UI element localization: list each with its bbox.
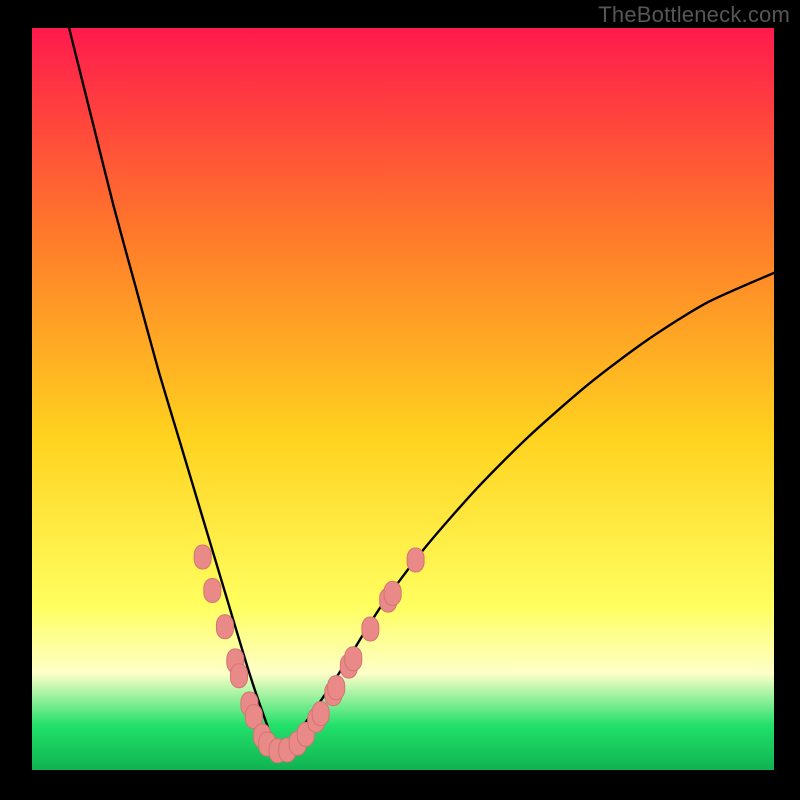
curve-marker (384, 581, 401, 605)
curve-marker (328, 676, 345, 700)
curve-marker (204, 578, 221, 602)
plot-background (32, 28, 774, 770)
curve-marker (407, 548, 424, 572)
curve-marker (216, 615, 233, 639)
chart-frame: { "watermark": "TheBottleneck.com", "col… (0, 0, 800, 800)
curve-marker (362, 617, 379, 641)
curve-marker (312, 702, 329, 726)
watermark-text: TheBottleneck.com (598, 2, 790, 28)
curve-marker (345, 647, 362, 671)
chart-canvas (0, 0, 800, 800)
curve-marker (194, 545, 211, 569)
curve-marker (231, 664, 248, 688)
